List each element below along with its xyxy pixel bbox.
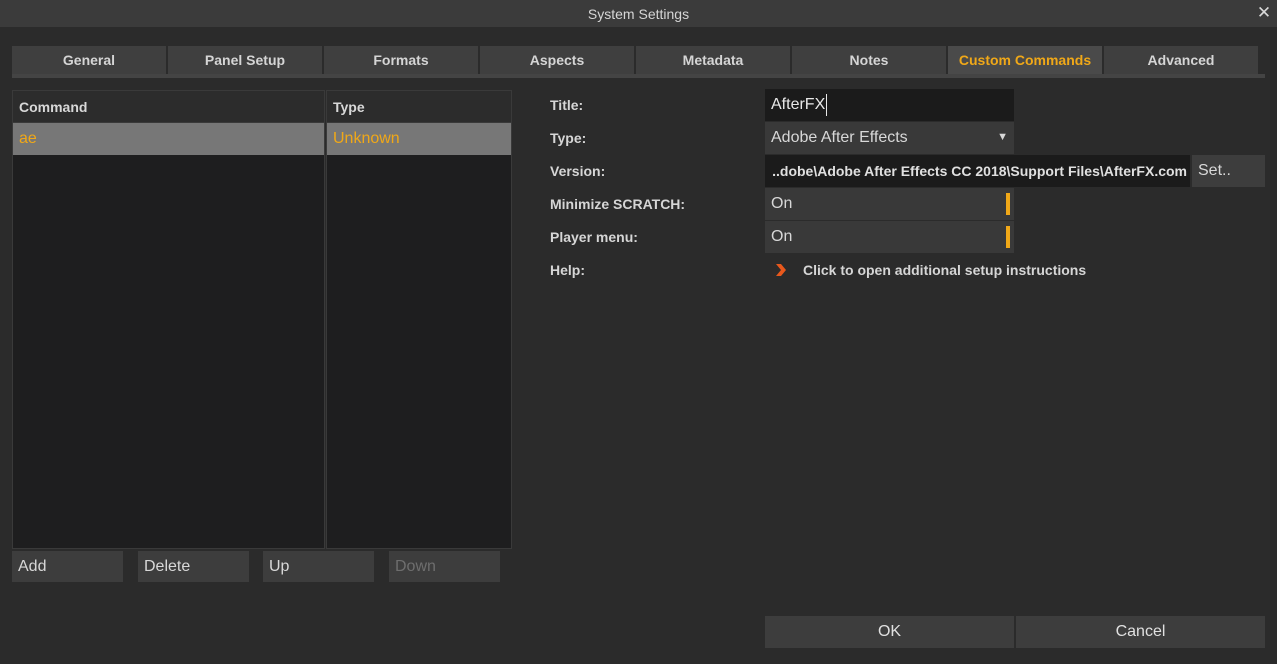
tab-metadata[interactable]: Metadata bbox=[636, 46, 790, 74]
type-column: Type Unknown bbox=[326, 90, 512, 549]
type-column-header[interactable]: Type bbox=[327, 91, 511, 123]
tab-general[interactable]: General bbox=[12, 46, 166, 74]
window-title: System Settings bbox=[587, 5, 690, 22]
up-button[interactable]: Up bbox=[263, 551, 374, 582]
player-menu-value: On bbox=[771, 228, 793, 245]
title-input[interactable]: AfterFX bbox=[765, 89, 1014, 121]
tab-aspects[interactable]: Aspects bbox=[480, 46, 634, 74]
toggle-indicator bbox=[1006, 226, 1010, 248]
version-path-value: ..dobe\Adobe After Effects CC 2018\Suppo… bbox=[772, 163, 1187, 179]
title-input-value: AfterFX bbox=[771, 96, 826, 113]
close-icon[interactable]: ✕ bbox=[1253, 2, 1275, 24]
add-button[interactable]: Add bbox=[12, 551, 123, 582]
set-path-button[interactable]: Set.. bbox=[1192, 155, 1265, 187]
type-select-value: Adobe After Effects bbox=[771, 129, 908, 146]
help-label: Help: bbox=[550, 262, 585, 278]
cancel-button[interactable]: Cancel bbox=[1016, 616, 1265, 648]
delete-button[interactable]: Delete bbox=[138, 551, 249, 582]
tab-panel-setup[interactable]: Panel Setup bbox=[168, 46, 322, 74]
settings-tabs: General Panel Setup Formats Aspects Meta… bbox=[12, 46, 1265, 74]
command-column: Command ae bbox=[12, 90, 325, 549]
command-column-header[interactable]: Command bbox=[13, 91, 324, 123]
title-label: Title: bbox=[550, 97, 584, 113]
type-row-ae[interactable]: Unknown bbox=[327, 123, 511, 155]
tab-divider bbox=[12, 74, 1265, 78]
ok-button[interactable]: OK bbox=[765, 616, 1014, 648]
title-bar: System Settings ✕ bbox=[0, 0, 1277, 27]
type-select[interactable]: Adobe After Effects ▼ bbox=[765, 122, 1014, 154]
tab-formats[interactable]: Formats bbox=[324, 46, 478, 74]
version-label: Version: bbox=[550, 163, 606, 179]
tab-advanced[interactable]: Advanced bbox=[1104, 46, 1258, 74]
tab-custom-commands[interactable]: Custom Commands bbox=[948, 46, 1102, 74]
help-link[interactable]: Click to open additional setup instructi… bbox=[775, 261, 1086, 279]
minimize-scratch-label: Minimize SCRATCH: bbox=[550, 196, 686, 212]
minimize-scratch-toggle[interactable]: On bbox=[765, 188, 1014, 220]
chevron-down-icon: ▼ bbox=[997, 131, 1008, 143]
minimize-scratch-value: On bbox=[771, 195, 793, 212]
down-button[interactable]: Down bbox=[389, 551, 500, 582]
player-menu-label: Player menu: bbox=[550, 229, 638, 245]
command-row-ae[interactable]: ae bbox=[13, 123, 324, 155]
type-label: Type: bbox=[550, 130, 587, 146]
version-path-field[interactable]: ..dobe\Adobe After Effects CC 2018\Suppo… bbox=[765, 155, 1190, 187]
tab-notes[interactable]: Notes bbox=[792, 46, 946, 74]
player-menu-toggle[interactable]: On bbox=[765, 221, 1014, 253]
chevron-right-icon bbox=[775, 261, 789, 279]
help-link-text[interactable]: Click to open additional setup instructi… bbox=[803, 262, 1086, 278]
toggle-indicator bbox=[1006, 193, 1010, 215]
text-caret bbox=[826, 94, 828, 116]
